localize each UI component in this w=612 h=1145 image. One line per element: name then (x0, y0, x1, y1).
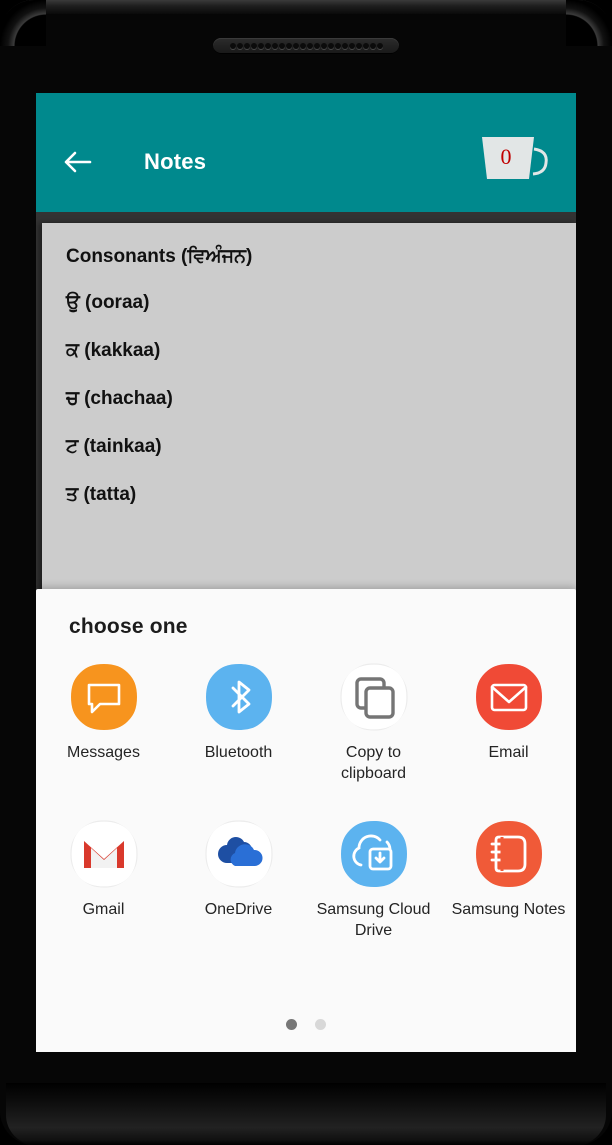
note-line: ਕ (kakkaa) (66, 340, 161, 361)
speaker-hole (362, 43, 369, 49)
note-line: ਚ (chachaa) (66, 388, 173, 409)
share-target-grid: Messages Bluetooth Copy to clipboard Ema… (36, 655, 576, 941)
copy-to-clipboard-icon (339, 663, 408, 731)
share-target-samsung-notes[interactable]: Samsung Notes (441, 812, 576, 941)
bluetooth-icon (205, 663, 273, 731)
note-line: ਟ (tainkaa) (66, 436, 162, 457)
trash-button[interactable]: 0 (476, 131, 554, 193)
phone-screen: Notes 0 Consonants (ਵਿਅੰਜਨ) ਉ (ooraa) ਕ … (36, 93, 576, 1052)
arrow-left-icon (64, 151, 92, 173)
email-envelope-icon (475, 663, 543, 731)
speaker-hole (243, 43, 250, 49)
share-target-label: Copy to clipboard (341, 744, 406, 782)
speaker-hole (369, 43, 376, 49)
note-line-title: Consonants (ਵਿਅੰਜਨ) (66, 246, 253, 267)
speaker-hole (355, 43, 362, 49)
phone-device-frame: Notes 0 Consonants (ਵਿਅੰਜਨ) ਉ (ooraa) ਕ … (0, 0, 612, 1145)
share-target-label: Email (488, 744, 529, 761)
speaker-hole (292, 43, 299, 49)
share-target-onedrive[interactable]: OneDrive (171, 812, 306, 941)
share-target-row: Messages Bluetooth Copy to clipboard Ema… (36, 655, 576, 784)
top-left-corner-bezel (0, 0, 46, 46)
speaker-hole (334, 43, 341, 49)
share-sheet: choose one Messages Bluetooth Copy to cl… (36, 589, 576, 1052)
page-title: Notes (144, 149, 207, 174)
share-target-label: Samsung Cloud Drive (316, 901, 431, 939)
share-target-email[interactable]: Email (441, 655, 576, 784)
speaker-hole (376, 43, 383, 49)
share-target-label: Samsung Notes (451, 901, 566, 918)
speaker-hole (264, 43, 271, 49)
note-line: ਉ (ooraa) (66, 292, 150, 313)
speaker-hole (327, 43, 334, 49)
speaker-hole (320, 43, 327, 49)
bottom-bezel-highlight (6, 1083, 606, 1145)
note-line: ਤ (tatta) (66, 484, 137, 505)
speaker-hole (229, 43, 236, 49)
speaker-hole (257, 43, 264, 49)
share-target-label: Gmail (82, 901, 125, 918)
top-right-corner-bezel (566, 0, 612, 46)
speaker-hole (306, 43, 313, 49)
gmail-icon (69, 820, 138, 888)
page-indicator (36, 1019, 576, 1030)
share-target-bluetooth[interactable]: Bluetooth (171, 655, 306, 784)
speaker-hole (299, 43, 306, 49)
messages-chat-bubble-icon (70, 663, 138, 731)
page-dot-1[interactable] (286, 1019, 297, 1030)
app-bar: Notes 0 (36, 93, 576, 212)
onedrive-cloud-icon (204, 820, 273, 888)
share-target-samsung-cloud-drive[interactable]: Samsung Cloud Drive (306, 812, 441, 941)
speaker-hole (313, 43, 320, 49)
share-target-label: Bluetooth (204, 744, 273, 761)
share-target-messages[interactable]: Messages (36, 655, 171, 784)
share-target-label: Messages (67, 744, 140, 761)
share-target-copy-to-clipboard[interactable]: Copy to clipboard (306, 655, 441, 784)
trash-count-badge: 0 (500, 144, 512, 169)
speaker-hole (236, 43, 243, 49)
speaker-hole (285, 43, 292, 49)
speaker-hole (341, 43, 348, 49)
share-target-gmail[interactable]: Gmail (36, 812, 171, 941)
back-button[interactable] (60, 146, 104, 178)
share-target-label: OneDrive (204, 901, 273, 918)
share-target-row: Gmail OneDrive Samsung Cloud Drive Samsu… (36, 812, 576, 941)
share-sheet-title: choose one (69, 615, 188, 638)
earpiece-speaker-grille (213, 38, 399, 54)
speaker-hole (278, 43, 285, 49)
samsung-cloud-drive-icon (340, 820, 408, 888)
speaker-hole (271, 43, 278, 49)
speaker-hole (348, 43, 355, 49)
page-dot-2[interactable] (315, 1019, 326, 1030)
top-bezel-highlight (6, 0, 606, 14)
samsung-notes-icon (475, 820, 543, 888)
speaker-hole (250, 43, 257, 49)
